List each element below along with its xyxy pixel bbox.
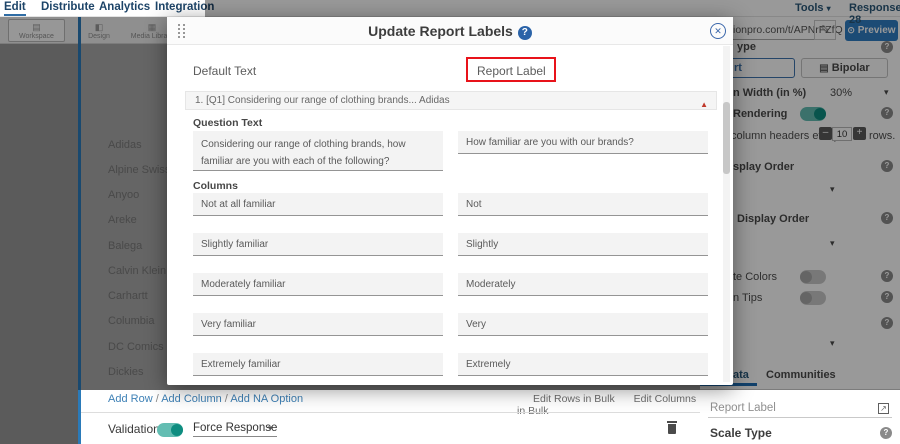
edit-rows-bulk-link[interactable]: Edit Rows in Bulk (533, 393, 615, 405)
column-report-field[interactable]: Extremely (458, 353, 708, 376)
question-text-default-field[interactable]: Considering our range of clothing brands… (193, 131, 443, 171)
report-label-column-header: Report Label (477, 64, 546, 78)
modal-backdrop (0, 390, 78, 444)
modal-header: Update Report Labels? ✕ (167, 17, 733, 45)
question-text-label: Question Text (193, 117, 262, 129)
validation-label: Validation (108, 422, 160, 436)
modal-scrollbar[interactable] (723, 46, 730, 382)
help-icon[interactable]: ? (518, 26, 532, 40)
validation-toggle[interactable] (157, 423, 183, 437)
force-response-dropdown[interactable]: Force Response (193, 422, 277, 437)
scale-type-label: Scale Type (710, 426, 772, 440)
modal-backdrop (205, 0, 900, 17)
column-default-field[interactable]: Not at all familiar (193, 193, 443, 216)
columns-label: Columns (193, 180, 238, 192)
trash-icon[interactable] (666, 420, 678, 435)
expand-icon[interactable]: ↗ (878, 403, 889, 414)
column-default-field[interactable]: Very familiar (193, 313, 443, 336)
column-report-field[interactable]: Slightly (458, 233, 708, 256)
add-column-link[interactable]: Add Column (161, 393, 222, 405)
add-row-link[interactable]: Add Row (108, 393, 153, 405)
chevron-down-icon: ▾ (268, 423, 273, 434)
column-report-field[interactable]: Moderately (458, 273, 708, 296)
add-na-option-link[interactable]: Add NA Option (230, 393, 303, 405)
column-report-field[interactable]: Not (458, 193, 708, 216)
menu-edit[interactable]: Edit (4, 1, 26, 16)
collapse-icon: ▲ (700, 96, 708, 113)
column-report-field[interactable]: Very (458, 313, 708, 336)
input-underline (708, 417, 892, 418)
menu-distribute[interactable]: Distribute (41, 1, 95, 13)
scrollbar-thumb[interactable] (723, 102, 730, 174)
column-default-field[interactable]: Slightly familiar (193, 233, 443, 256)
divider (81, 412, 700, 413)
question-text-report-field[interactable]: How familiar are you with our brands? (458, 131, 708, 154)
report-label-input[interactable]: Report Label (710, 402, 776, 414)
update-report-labels-modal: Update Report Labels? ✕ Default Text Rep… (167, 17, 733, 385)
bulk-edit-links: Edit Rows in Bulk Edit Columns in Bulk (517, 393, 700, 417)
column-default-field[interactable]: Extremely familiar (193, 353, 443, 376)
modal-title: Update Report Labels (368, 23, 513, 39)
help-icon[interactable]: ? (880, 427, 892, 439)
column-default-field[interactable]: Moderately familiar (193, 273, 443, 296)
close-icon[interactable]: ✕ (710, 23, 726, 39)
add-options-links: Add Row / Add Column / Add NA Option (108, 393, 303, 405)
menu-analytics[interactable]: Analytics (99, 1, 150, 13)
question-footer: Add Row / Add Column / Add NA Option Edi… (81, 390, 700, 444)
question-accordion-header[interactable]: 1. [Q1] Considering our range of clothin… (185, 91, 717, 110)
default-text-column-header: Default Text (193, 64, 256, 78)
